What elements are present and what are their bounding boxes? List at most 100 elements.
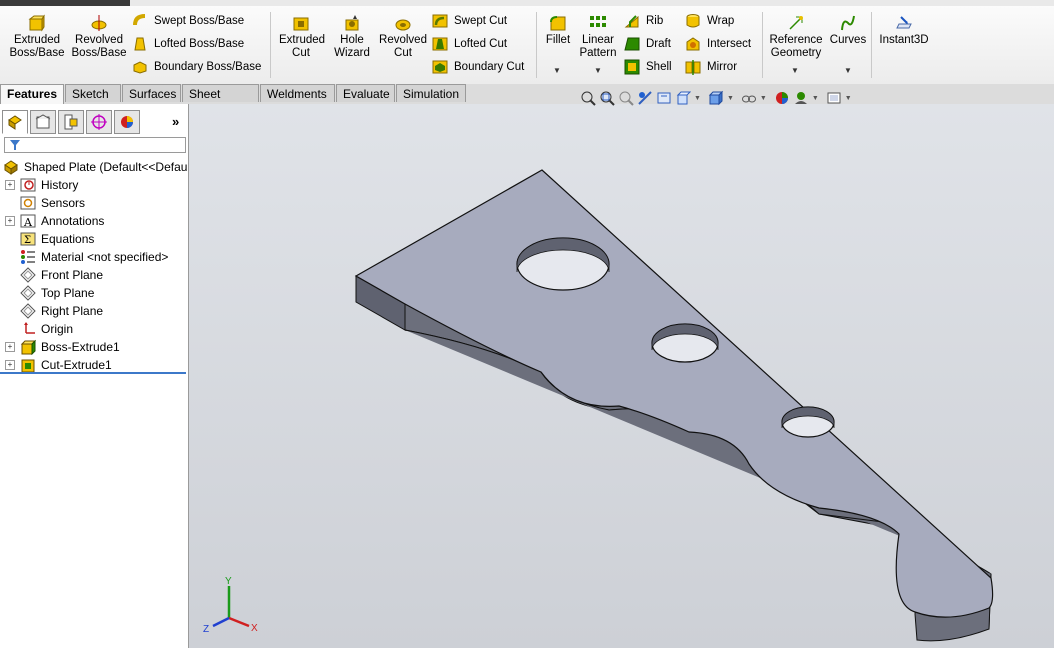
tab-sheet-metal[interactable]: Sheet Metal	[182, 84, 259, 119]
revolved-cut-button[interactable]: Revolved Cut	[378, 14, 428, 60]
display-manager-tab[interactable]	[114, 110, 140, 134]
lofted-cut-icon	[432, 37, 448, 51]
reference-geometry-dropdown-icon[interactable]: ▼	[791, 66, 799, 75]
tree-root-part[interactable]: Shaped Plate (Default<<Defau	[0, 158, 188, 176]
instant3d-button[interactable]: Instant3D	[876, 14, 932, 47]
hole-wizard-button[interactable]: Hole Wizard	[330, 14, 374, 60]
feature-manager-tabs	[0, 110, 140, 136]
expand-panel-icon[interactable]: »	[172, 114, 179, 129]
revolved-cut-label: Revolved Cut	[379, 34, 427, 59]
tree-item-label: Right Plane	[41, 304, 104, 318]
boundary-boss-button[interactable]: Boundary Boss/Base	[132, 58, 261, 76]
linear-pattern-icon	[590, 16, 606, 27]
boundary-cut-button[interactable]: Boundary Cut	[432, 58, 524, 76]
draft-label: Draft	[646, 38, 671, 50]
zoom-to-fit-icon[interactable]	[580, 90, 596, 106]
view-orientation-icon[interactable]	[675, 90, 691, 106]
plane-icon	[20, 303, 36, 319]
swept-boss-button[interactable]: Swept Boss/Base	[132, 12, 244, 30]
reference-geometry-button[interactable]: Reference Geometry	[766, 14, 826, 60]
svg-text:Σ: Σ	[24, 235, 31, 246]
tree-item-equations[interactable]: Σ Equations	[0, 230, 188, 248]
instant3d-label: Instant3D	[879, 34, 929, 46]
view-settings-icon[interactable]	[826, 90, 842, 106]
dropdown-caret-icon[interactable]: ▼	[760, 95, 767, 102]
tree-item-front-plane[interactable]: Front Plane	[0, 266, 188, 284]
dropdown-caret-icon[interactable]: ▼	[812, 95, 819, 102]
graphics-area[interactable]: Y X Z	[189, 104, 1054, 648]
tree-item-label: Cut-Extrude1	[41, 358, 112, 372]
tree-item-boss-extrude1[interactable]: + Boss-Extrude1	[0, 338, 188, 356]
tab-surfaces[interactable]: Surfaces	[122, 84, 181, 102]
revolved-boss-button[interactable]: Revolved Boss/Base	[70, 14, 128, 60]
triad-z-label: Z	[203, 624, 209, 635]
tree-item-material[interactable]: Material <not specified>	[0, 248, 188, 266]
instant3d-icon	[896, 16, 912, 29]
lofted-cut-label: Lofted Cut	[454, 38, 508, 50]
lofted-boss-button[interactable]: Lofted Boss/Base	[132, 35, 244, 53]
display-style-icon[interactable]	[708, 90, 724, 106]
swept-cut-button[interactable]: Swept Cut	[432, 12, 507, 30]
previous-view-icon[interactable]	[618, 90, 634, 106]
mirror-label: Mirror	[707, 61, 738, 73]
material-icon	[21, 250, 35, 264]
dimxpert-manager-tab[interactable]	[86, 110, 112, 134]
svg-text:A: A	[23, 216, 33, 229]
apply-scene-icon[interactable]	[793, 90, 809, 106]
tree-item-top-plane[interactable]: Top Plane	[0, 284, 188, 302]
tab-simulation[interactable]: Simulation	[396, 84, 466, 102]
tree-item-sensors[interactable]: Sensors	[0, 194, 188, 212]
rollback-bar[interactable]	[0, 372, 186, 374]
fillet-dropdown-icon[interactable]: ▼	[553, 66, 561, 75]
hide-show-items-icon[interactable]	[741, 90, 757, 106]
tree-item-history[interactable]: + History	[0, 176, 188, 194]
equations-icon: Σ	[20, 232, 36, 246]
shell-button[interactable]: Shell	[624, 58, 672, 76]
tree-item-origin[interactable]: Origin	[0, 320, 188, 338]
part-icon	[4, 160, 18, 175]
feature-tree-tab[interactable]	[2, 110, 28, 134]
display-manager-icon	[121, 116, 133, 128]
tab-features[interactable]: Features	[0, 84, 64, 104]
dynamic-annotation-icon[interactable]	[656, 90, 672, 106]
rib-icon	[624, 15, 639, 28]
pattern-dropdown-icon[interactable]: ▼	[594, 66, 602, 75]
command-manager: Extruded Boss/Base Revolved Boss/Base Sw…	[0, 6, 1054, 85]
expand-icon[interactable]: +	[5, 180, 15, 190]
history-icon	[20, 178, 36, 192]
boundary-boss-label: Boundary Boss/Base	[154, 61, 262, 73]
tab-sketch[interactable]: Sketch	[65, 84, 121, 102]
curves-dropdown-icon[interactable]: ▼	[844, 66, 852, 75]
tab-evaluate[interactable]: Evaluate	[336, 84, 395, 102]
expand-icon[interactable]: +	[5, 216, 15, 226]
dropdown-caret-icon[interactable]: ▼	[727, 95, 734, 102]
edit-appearance-icon[interactable]	[774, 90, 790, 106]
curves-button[interactable]: Curves	[828, 14, 868, 47]
extruded-cut-button[interactable]: Extruded Cut	[276, 14, 326, 60]
command-manager-tabs: Features Sketch Surfaces Sheet Metal Wel…	[0, 84, 1054, 119]
draft-button[interactable]: Draft	[624, 35, 671, 53]
linear-pattern-button[interactable]: Linear Pattern	[578, 14, 618, 60]
dropdown-caret-icon[interactable]: ▼	[694, 95, 701, 102]
expand-icon[interactable]: +	[5, 342, 15, 352]
extruded-boss-button[interactable]: Extruded Boss/Base	[8, 14, 66, 60]
tree-item-label: Sensors	[41, 196, 86, 210]
rib-button[interactable]: Rib	[624, 12, 663, 30]
configuration-manager-icon	[64, 114, 78, 130]
tree-item-annotations[interactable]: + A Annotations	[0, 212, 188, 230]
property-manager-tab[interactable]	[30, 110, 56, 134]
configuration-manager-tab[interactable]	[58, 110, 84, 134]
section-view-icon[interactable]	[637, 90, 653, 106]
fillet-button[interactable]: Fillet	[542, 14, 574, 47]
mirror-button[interactable]: Mirror	[685, 58, 737, 76]
zoom-to-area-icon[interactable]	[599, 90, 615, 106]
feature-tree-filter[interactable]	[4, 137, 186, 153]
dropdown-caret-icon[interactable]: ▼	[845, 95, 852, 102]
lofted-cut-button[interactable]: Lofted Cut	[432, 35, 507, 53]
intersect-button[interactable]: Intersect	[685, 35, 751, 53]
intersect-label: Intersect	[707, 38, 752, 50]
tree-item-right-plane[interactable]: Right Plane	[0, 302, 188, 320]
wrap-button[interactable]: Wrap	[685, 12, 734, 30]
expand-icon[interactable]: +	[5, 360, 15, 370]
tab-weldments[interactable]: Weldments	[260, 84, 335, 102]
